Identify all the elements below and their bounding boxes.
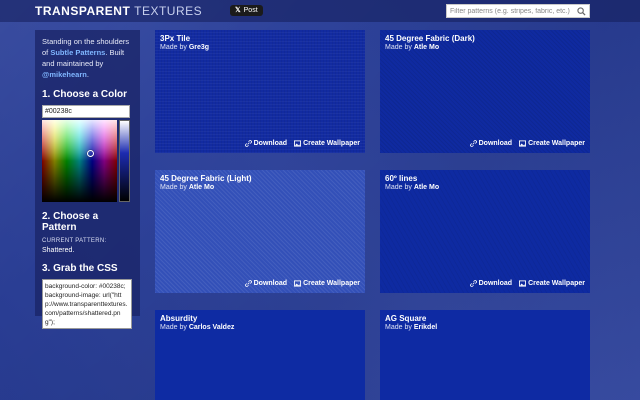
pattern-author[interactable]: Atle Mo: [414, 184, 439, 191]
made-by-label: Made by: [160, 44, 187, 51]
download-label: Download: [478, 280, 513, 287]
image-icon: [294, 140, 302, 147]
image-icon: [519, 280, 527, 287]
made-by-label: Made by: [385, 44, 412, 51]
x-logo-icon: 𝕏: [235, 7, 241, 14]
card-actions: Download Create Wallpaper: [244, 280, 360, 287]
create-wallpaper-button[interactable]: Create Wallpaper: [519, 140, 585, 147]
search-icon[interactable]: [577, 7, 586, 16]
download-button[interactable]: Download: [469, 280, 513, 287]
pattern-author-line: Made by Gre3g: [160, 44, 209, 51]
create-wallpaper-button[interactable]: Create Wallpaper: [294, 140, 360, 147]
brand-sub: TEXTURES: [134, 4, 203, 18]
pattern-title: Absurdity: [160, 314, 198, 323]
author-link[interactable]: @mikehearn: [42, 70, 87, 79]
pattern-card[interactable]: 60º lines Made by Atle Mo Download Creat…: [380, 170, 590, 293]
download-button[interactable]: Download: [244, 280, 288, 287]
sidebar: Standing on the shoulders of Subtle Patt…: [35, 30, 140, 329]
link-icon: [469, 140, 477, 147]
card-actions: Download Create Wallpaper: [469, 280, 585, 287]
color-spectrum[interactable]: [42, 120, 117, 202]
pattern-author[interactable]: Erikdel: [414, 324, 437, 331]
download-button[interactable]: Download: [244, 140, 288, 147]
download-label: Download: [253, 280, 288, 287]
download-label: Download: [253, 140, 288, 147]
top-bar: TRANSPARENT TEXTURES 𝕏 Post: [0, 0, 640, 22]
pattern-author[interactable]: Atle Mo: [189, 184, 214, 191]
intro-part: .: [86, 70, 89, 79]
pattern-card[interactable]: 45 Degree Fabric (Light) Made by Atle Mo…: [155, 170, 365, 293]
create-wallpaper-button[interactable]: Create Wallpaper: [519, 280, 585, 287]
pattern-author[interactable]: Gre3g: [189, 44, 209, 51]
color-picker-handle[interactable]: [87, 150, 94, 157]
step-choose-color: 1. Choose a Color: [42, 89, 128, 100]
pattern-card[interactable]: Absurdity Made by Carlos Valdez: [155, 310, 365, 400]
search-box: [446, 4, 590, 18]
create-wallpaper-label: Create Wallpaper: [528, 280, 585, 287]
pattern-author-line: Made by Erikdel: [385, 324, 437, 331]
pattern-card[interactable]: AG Square Made by Erikdel: [380, 310, 590, 400]
brand-main: TRANSPARENT: [35, 4, 131, 18]
pattern-card[interactable]: 3Px Tile Made by Gre3g Download Create W…: [155, 30, 365, 153]
css-output[interactable]: background-color: #00238c; background-im…: [42, 279, 132, 329]
color-hex-input[interactable]: #00238c: [42, 105, 130, 118]
made-by-label: Made by: [385, 184, 412, 191]
create-wallpaper-label: Create Wallpaper: [303, 140, 360, 147]
pattern-title: 3Px Tile: [160, 34, 191, 43]
link-icon: [469, 280, 477, 287]
post-button[interactable]: 𝕏 Post: [230, 5, 263, 16]
pattern-author[interactable]: Atle Mo: [414, 44, 439, 51]
pattern-title: 45 Degree Fabric (Dark): [385, 34, 475, 43]
link-icon: [244, 140, 252, 147]
made-by-label: Made by: [385, 324, 412, 331]
card-actions: Download Create Wallpaper: [244, 140, 360, 147]
pattern-author-line: Made by Atle Mo: [385, 184, 439, 191]
search-input[interactable]: [447, 5, 577, 17]
color-picker: [42, 120, 130, 202]
pattern-title: 45 Degree Fabric (Light): [160, 174, 252, 183]
pattern-title: 60º lines: [385, 174, 418, 183]
subtle-patterns-link[interactable]: Subtle Patterns: [50, 48, 105, 57]
link-icon: [244, 280, 252, 287]
post-label: Post: [243, 7, 258, 14]
image-icon: [294, 280, 302, 287]
current-pattern-label: CURRENT PATTERN:: [42, 238, 107, 244]
pattern-author-line: Made by Carlos Valdez: [160, 324, 234, 331]
image-icon: [519, 140, 527, 147]
step-grab-css: 3. Grab the CSS: [42, 263, 118, 274]
brand-logo[interactable]: TRANSPARENT TEXTURES: [35, 4, 202, 18]
create-wallpaper-label: Create Wallpaper: [303, 280, 360, 287]
create-wallpaper-label: Create Wallpaper: [528, 140, 585, 147]
create-wallpaper-button[interactable]: Create Wallpaper: [294, 280, 360, 287]
intro-text: Standing on the shoulders of Subtle Patt…: [42, 36, 133, 80]
made-by-label: Made by: [160, 324, 187, 331]
pattern-title: AG Square: [385, 314, 427, 323]
step-choose-pattern: 2. Choose a Pattern: [42, 211, 99, 233]
card-actions: Download Create Wallpaper: [469, 140, 585, 147]
current-pattern-value: Shattered.: [42, 247, 75, 254]
download-label: Download: [478, 140, 513, 147]
pattern-author[interactable]: Carlos Valdez: [189, 324, 235, 331]
download-button[interactable]: Download: [469, 140, 513, 147]
shade-slider[interactable]: [119, 120, 130, 202]
made-by-label: Made by: [160, 184, 187, 191]
pattern-card[interactable]: 45 Degree Fabric (Dark) Made by Atle Mo …: [380, 30, 590, 153]
pattern-author-line: Made by Atle Mo: [160, 184, 214, 191]
pattern-author-line: Made by Atle Mo: [385, 44, 439, 51]
